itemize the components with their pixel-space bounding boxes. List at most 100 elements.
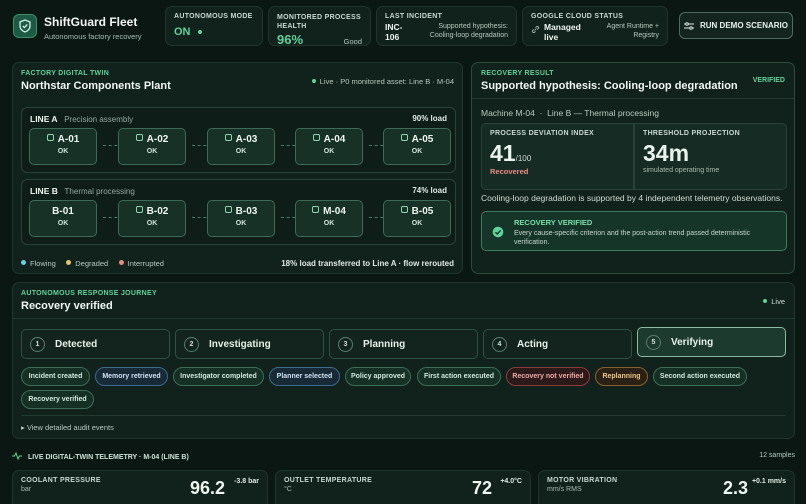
machine-status: OK — [323, 148, 335, 155]
stage-verifying[interactable]: 5 Verifying — [637, 327, 786, 357]
event-chip[interactable]: Recovery verified — [21, 390, 94, 409]
line-a-title: LINE A Precision assembly — [30, 114, 133, 124]
machine-id: B-02 — [146, 206, 169, 217]
cloud-status-text: Agent Runtime + Registry — [606, 23, 659, 39]
stage-investigating[interactable]: 2 Investigating — [175, 329, 324, 359]
line-a-desc: Precision assembly — [64, 115, 134, 124]
pulse-icon — [12, 451, 22, 461]
event-chip[interactable]: Incident created — [21, 367, 90, 386]
recovery-verified-text: Every cause-specific criterion and the p… — [514, 230, 751, 246]
line-b-load: 74% load — [412, 186, 447, 195]
machine-id: B-01 — [52, 206, 74, 217]
machine-node[interactable]: B-03 OK — [207, 200, 275, 237]
machine-id: M-04 — [323, 206, 346, 217]
recovery-result-panel: RECOVERY RESULT VERIFIED Supported hypot… — [471, 62, 795, 274]
machine-icon — [400, 134, 408, 141]
stage-planning[interactable]: 3 Planning — [329, 329, 478, 359]
machine-status: OK — [411, 148, 423, 155]
sliders-icon — [683, 21, 694, 30]
threshold-label: THRESHOLD PROJECTION — [643, 130, 741, 137]
machine-node[interactable]: B-02 OK — [118, 200, 186, 237]
threshold-value: 34m — [643, 140, 690, 166]
recovery-verified-box: RECOVERY VERIFIED Every cause-specific c… — [481, 211, 787, 251]
journey-status: Live — [763, 297, 785, 306]
degraded-dot-icon — [66, 260, 72, 265]
threshold-projection-box: THRESHOLD PROJECTION 34m simulated opera… — [634, 123, 787, 190]
monitored-health-value: 96% — [277, 32, 304, 47]
stage-detected[interactable]: 1 Detected — [21, 329, 170, 359]
event-chip[interactable]: First action executed — [417, 367, 501, 386]
machine-node[interactable]: B-05 OK — [383, 200, 451, 237]
machine-id: B-03 — [235, 206, 258, 217]
machine-id: A-01 — [57, 134, 80, 145]
stage-acting[interactable]: 4 Acting — [483, 329, 632, 359]
twin-title: Northstar Components Plant — [21, 80, 171, 92]
app-logo — [13, 14, 37, 38]
check-circle-icon — [492, 226, 504, 238]
machine-status: OK — [146, 220, 158, 227]
run-demo-button[interactable]: RUN DEMO SCENARIO — [679, 12, 793, 39]
twin-label: FACTORY DIGITAL TWIN — [21, 70, 110, 77]
telemetry-value: 96.2 — [189, 478, 225, 498]
line-a-name: LINE A — [30, 114, 58, 124]
event-chip[interactable]: Memory retrieved — [95, 367, 168, 386]
telemetry-title: LIVE DIGITAL-TWIN TELEMETRY · M-04 (LINE… — [27, 454, 189, 461]
telemetry-card-vibration: MOTOR VIBRATION mm/s RMS 2.3 +0.1 mm/s — [538, 470, 795, 504]
shield-icon — [19, 19, 31, 33]
twin-status: Live · P0 monitored asset: Line B · M-04 — [311, 77, 454, 86]
event-chip[interactable]: Second action executed — [653, 367, 747, 386]
machine-node[interactable]: A-05 OK — [383, 128, 451, 165]
app-title: ShiftGuard Fleet — [44, 15, 138, 29]
telemetry-delta: -3.8 bar — [234, 478, 259, 485]
audit-events-toggle[interactable]: ▸ View detailed audit events — [21, 423, 114, 432]
divider — [21, 415, 786, 416]
telemetry-value: 2.3 — [722, 478, 748, 498]
machine-node[interactable]: A-04 OK — [295, 128, 363, 165]
telemetry-unit: mm/s RMS — [547, 486, 582, 493]
factory-twin-panel: FACTORY DIGITAL TWIN Northstar Component… — [12, 62, 463, 274]
recovery-label: RECOVERY RESULT — [481, 70, 554, 77]
live-dot-icon — [197, 30, 202, 34]
event-chip[interactable]: Investigator completed — [173, 367, 264, 386]
telemetry-delta: +4.0°C — [500, 478, 522, 485]
machine-node[interactable]: A-02 OK — [118, 128, 186, 165]
event-chip[interactable]: Recovery not verified — [506, 367, 590, 386]
event-chip[interactable]: Policy approved — [345, 367, 411, 386]
machine-node[interactable]: A-03 OK — [207, 128, 275, 165]
machine-icon — [224, 206, 232, 213]
event-chip[interactable]: Replanning — [595, 367, 648, 386]
event-chip[interactable]: Planner selected — [269, 367, 340, 386]
machine-node[interactable]: M-04 OK — [295, 200, 363, 237]
monitored-health-label: MONITORED PROCESS HEALTH — [277, 14, 361, 30]
journey-title: Recovery verified — [21, 300, 113, 312]
journey-status-text: Live — [771, 297, 785, 306]
link-icon — [531, 25, 540, 34]
machine-node[interactable]: B-01 OK — [29, 200, 97, 237]
flow-legend: Flowing Degraded Interrupted — [21, 259, 164, 268]
stage-label: Investigating — [209, 338, 271, 350]
machine-id: B-05 — [411, 206, 434, 217]
autonomous-mode-value: ON — [174, 26, 254, 38]
stage-label: Verifying — [671, 336, 714, 348]
machine-icon — [46, 134, 54, 141]
line-b-desc: Thermal processing — [64, 187, 135, 196]
threshold-note: simulated operating time — [643, 167, 720, 174]
deviation-value: 41 — [490, 140, 516, 166]
last-incident-card[interactable]: LAST INCIDENT INC-106 Supported hypothes… — [376, 6, 517, 46]
line-b-name: LINE B — [30, 186, 58, 196]
response-journey-panel: AUTONOMOUS RESPONSE JOURNEY Recovery ver… — [12, 282, 795, 439]
support-text: Cooling-loop degradation is supported by… — [481, 193, 783, 203]
machine-icon — [400, 206, 408, 213]
machine-node[interactable]: A-01 OK — [29, 128, 97, 165]
twin-status-text: Live · P0 monitored asset: Line B · M-04 — [319, 77, 454, 86]
cloud-status-label: GOOGLE CLOUD STATUS — [531, 13, 624, 20]
stage-number: 4 — [492, 336, 507, 352]
cloud-status-value: Managed live — [544, 22, 581, 42]
divider — [13, 318, 794, 319]
line-a: LINE A Precision assembly 90% load A-01 O… — [21, 107, 456, 173]
cloud-status-card: GOOGLE CLOUD STATUS Managed live Agent R… — [522, 6, 668, 46]
machine-status: OK — [57, 220, 69, 227]
divider — [472, 98, 794, 99]
line-b-title: LINE B Thermal processing — [30, 186, 135, 196]
legend-interrupted: Interrupted — [127, 259, 164, 268]
